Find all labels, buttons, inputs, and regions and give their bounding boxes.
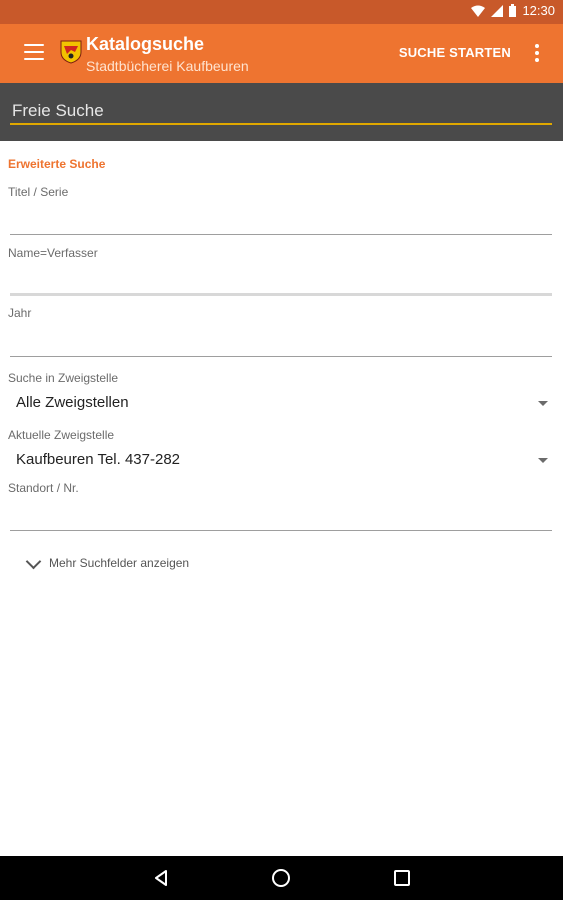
app-subtitle: Stadtbücherei Kaufbeuren [86,58,249,74]
status-bar: 12:30 [0,0,563,24]
branch-selected-value: Alle Zweigstellen [16,394,129,411]
app-bar: Katalogsuche Stadtbücherei Kaufbeuren SU… [0,24,563,83]
location-field[interactable] [10,507,552,531]
author-label: Name=Verfasser [8,246,98,260]
current-branch-label: Aktuelle Zweigstelle [8,428,115,442]
author-field[interactable] [10,272,552,296]
current-branch-select[interactable]: Kaufbeuren Tel. 437-282 [8,448,554,474]
recents-icon[interactable] [394,870,410,886]
free-search-bar [0,83,563,141]
title-series-label: Titel / Serie [8,185,69,199]
system-nav-bar [0,856,563,900]
home-icon[interactable] [272,869,290,887]
branch-label: Suche in Zweigstelle [8,371,119,385]
back-icon[interactable] [154,870,168,886]
more-vert-icon[interactable] [535,44,539,62]
start-search-button[interactable]: SUCHE STARTEN [399,45,511,60]
dropdown-arrow-icon [538,401,548,406]
more-fields-toggle[interactable]: Mehr Suchfelder anzeigen [25,553,190,570]
battery-icon [509,4,517,17]
title-series-field[interactable] [10,211,552,235]
year-label: Jahr [8,306,32,320]
library-crest-logo [60,40,82,64]
app-title: Katalogsuche [86,34,205,54]
free-search-input[interactable] [10,99,552,125]
status-time: 12:30 [522,3,555,18]
advanced-search-heading: Erweiterte Suche [8,157,106,171]
more-fields-label: Mehr Suchfelder anzeigen [49,556,190,570]
wifi-icon [471,5,486,17]
chevron-down-icon [25,553,42,569]
dropdown-arrow-icon [538,458,548,463]
year-field[interactable] [10,333,552,357]
signal-icon [491,4,504,17]
branch-select[interactable]: Alle Zweigstellen [8,391,554,417]
current-branch-selected-value: Kaufbeuren Tel. 437-282 [16,451,181,468]
location-label: Standort / Nr. [8,481,79,495]
status-icons: 12:30 [471,3,555,18]
menu-icon[interactable] [24,44,44,62]
